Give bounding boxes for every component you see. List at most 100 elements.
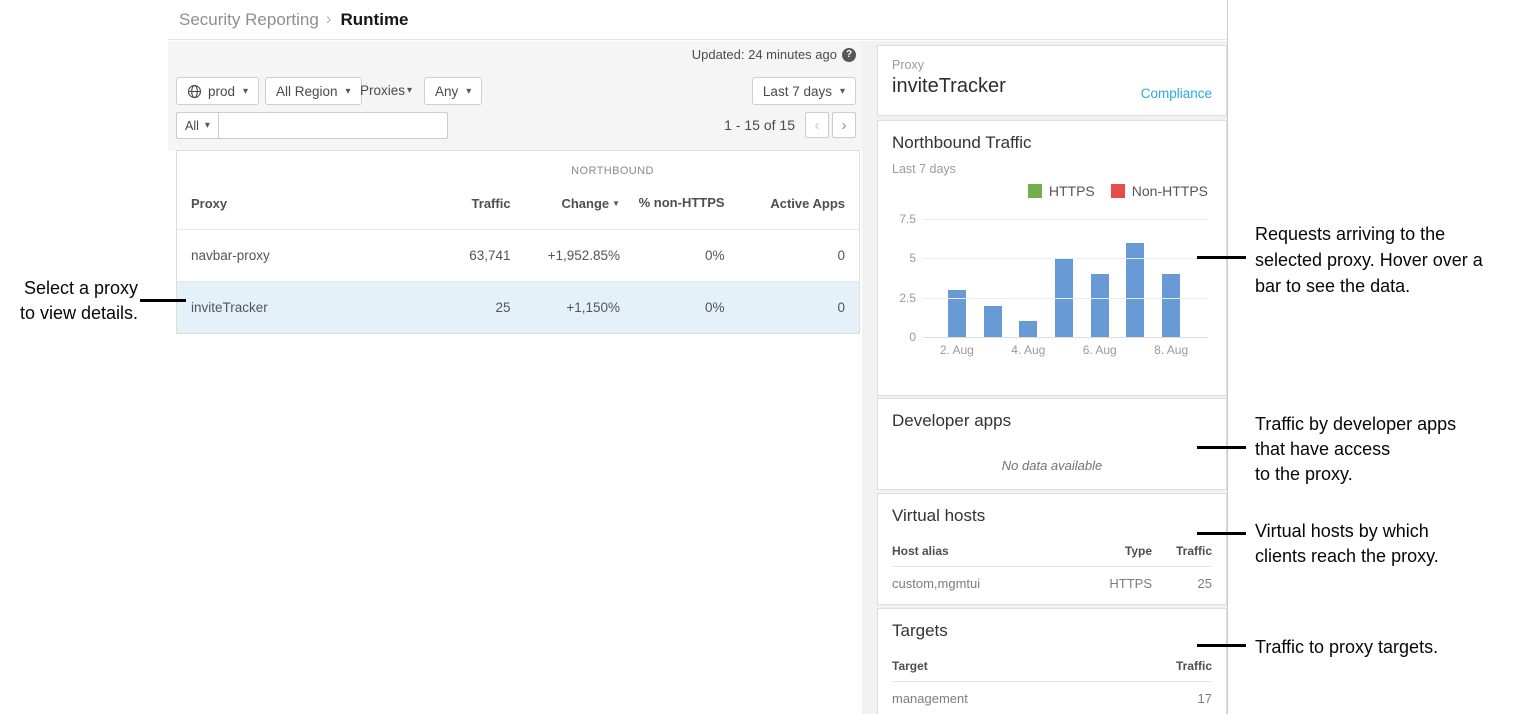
virtual-host-row[interactable]: custom,mgmtuiHTTPS25 — [892, 567, 1212, 600]
page-title: Runtime — [341, 10, 409, 30]
targets-title: Targets — [892, 621, 1212, 641]
annotation-chart: Requests arriving to the selected proxy.… — [1255, 221, 1483, 299]
caret-down-icon: ▾ — [346, 86, 351, 97]
table-row[interactable]: navbar-proxy63,741+1,952.85%0%0 — [177, 229, 859, 281]
column-header-target: Target — [892, 659, 1152, 673]
region-dropdown[interactable]: All Region ▾ — [265, 77, 362, 105]
chart-plot: 02.557.5 — [923, 219, 1208, 337]
date-range-label: Last 7 days — [763, 84, 832, 99]
filter-toolbar: prod ▾ All Region ▾ Proxies ▾ Any ▾ Upda… — [168, 41, 862, 151]
table-header-row: Proxy Traffic Change▼ % non-HTTPS Active… — [177, 177, 859, 229]
legend-item: HTTPS — [1028, 183, 1095, 199]
security-reporting-runtime-screen: Security Reporting › Runtime prod ▾ All … — [0, 0, 1516, 714]
cell-target: management — [892, 691, 1152, 706]
proxy-table-rows: navbar-proxy63,741+1,952.85%0%0inviteTra… — [177, 229, 859, 333]
region-label: All Region — [276, 84, 338, 99]
cell-non-https: 0% — [620, 247, 725, 265]
chevron-left-icon: ‹ — [815, 117, 820, 134]
updated-status: Updated: 24 minutes ago ? — [692, 47, 856, 62]
targets-rows: management17 — [892, 682, 1212, 714]
table-row[interactable]: inviteTracker25+1,150%0%0 — [177, 281, 859, 333]
breadcrumb: Security Reporting › Runtime — [168, 0, 1227, 40]
proxy-label: Proxy — [892, 58, 1212, 72]
cell-type: HTTPS — [1082, 576, 1152, 591]
updated-text: Updated: 24 minutes ago — [692, 47, 837, 62]
legend-swatch-icon — [1028, 184, 1042, 198]
annotation-pointer-line — [1197, 446, 1246, 449]
gridline — [923, 258, 1208, 259]
annotation-pointer-line — [1197, 644, 1246, 647]
northbound-traffic-card: Northbound Traffic Last 7 days HTTPSNon-… — [877, 120, 1227, 396]
proxy-table: NORTHBOUND Proxy Traffic Change▼ % non-H… — [176, 150, 860, 334]
annotation-virtual-hosts: Virtual hosts by which clients reach the… — [1255, 519, 1439, 569]
chart-bars — [939, 219, 1189, 337]
cell-proxy-name: inviteTracker — [191, 300, 390, 315]
x-axis-tick-label: 2. Aug — [940, 343, 974, 357]
legend-item: Non-HTTPS — [1111, 183, 1208, 199]
virtual-hosts-card: Virtual hosts Host alias Type Traffic cu… — [877, 493, 1227, 605]
caret-down-icon: ▾ — [243, 86, 248, 97]
next-page-button[interactable]: › — [832, 112, 856, 138]
column-header-change[interactable]: Change▼ — [511, 196, 621, 211]
legend-label: HTTPS — [1049, 183, 1095, 199]
caret-down-icon: ▾ — [407, 85, 412, 96]
cell-traffic: 63,741 — [390, 248, 510, 263]
search-input[interactable] — [218, 112, 448, 139]
chart-bar[interactable] — [984, 306, 1002, 337]
search-control: All ▾ — [176, 112, 448, 139]
northbound-group-label: NORTHBOUND — [391, 165, 834, 177]
cell-non-https: 0% — [620, 299, 725, 317]
sort-desc-icon: ▼ — [612, 199, 620, 208]
cell-active-apps: 0 — [725, 248, 845, 263]
column-header-traffic[interactable]: Traffic — [390, 196, 510, 211]
proxy-detail-card: Proxy inviteTracker Compliance — [877, 45, 1227, 116]
column-header-type: Type — [1082, 544, 1152, 558]
pagination: 1 - 15 of 15 ‹ › — [724, 112, 856, 138]
chevron-right-icon: › — [842, 117, 847, 134]
pagination-range: 1 - 15 of 15 — [724, 117, 795, 133]
developer-apps-title: Developer apps — [892, 411, 1212, 431]
y-axis-tick-label: 7.5 — [878, 212, 916, 226]
gridline — [923, 337, 1208, 338]
annotation-pointer-line — [1197, 532, 1246, 535]
x-axis-tick-label: 4. Aug — [1011, 343, 1045, 357]
search-scope-dropdown[interactable]: All ▾ — [176, 112, 218, 139]
proxies-dropdown[interactable]: Proxies ▾ — [360, 83, 412, 98]
chart-bar[interactable] — [1162, 274, 1180, 337]
environment-label: prod — [208, 84, 235, 99]
cell-host-alias: custom,mgmtui — [892, 576, 1082, 591]
target-row[interactable]: management17 — [892, 682, 1212, 714]
app-window-border — [1227, 0, 1228, 714]
caret-down-icon: ▾ — [466, 86, 471, 97]
breadcrumb-section[interactable]: Security Reporting — [179, 10, 319, 30]
chart-bar[interactable] — [1126, 243, 1144, 337]
cell-active-apps: 0 — [725, 300, 845, 315]
column-header-non-https[interactable]: % non-HTTPS — [620, 195, 725, 212]
any-dropdown[interactable]: Any ▾ — [424, 77, 482, 105]
caret-down-icon: ▾ — [205, 120, 210, 131]
help-icon[interactable]: ? — [842, 48, 856, 62]
legend-swatch-icon — [1111, 184, 1125, 198]
chart-legend: HTTPS Non-HTTPS — [1028, 183, 1208, 199]
y-axis-tick-label: 2.5 — [878, 291, 916, 305]
column-header-active-apps[interactable]: Active Apps — [725, 196, 845, 211]
previous-page-button[interactable]: ‹ — [805, 112, 829, 138]
column-header-proxy[interactable]: Proxy — [191, 196, 390, 211]
annotation-select-proxy: Select a proxy to view details. — [0, 276, 138, 326]
date-range-dropdown[interactable]: Last 7 days ▾ — [752, 77, 856, 105]
chart-bar[interactable] — [1091, 274, 1109, 337]
chart-bar[interactable] — [1019, 321, 1037, 337]
cell-traffic: 25 — [1152, 576, 1212, 591]
chart-subtitle: Last 7 days — [892, 162, 1212, 176]
annotation-pointer-line — [140, 299, 186, 302]
virtual-hosts-title: Virtual hosts — [892, 506, 1212, 526]
column-header-host-alias: Host alias — [892, 544, 1082, 558]
column-header-traffic: Traffic — [1152, 544, 1212, 558]
x-axis-tick-label: 6. Aug — [1083, 343, 1117, 357]
environment-dropdown[interactable]: prod ▾ — [176, 77, 259, 105]
compliance-link[interactable]: Compliance — [1141, 86, 1212, 101]
cell-change: +1,952.85% — [511, 248, 621, 263]
globe-icon — [187, 84, 202, 99]
targets-card: Targets Target Traffic management17 — [877, 608, 1227, 714]
legend-label: Non-HTTPS — [1132, 183, 1208, 199]
